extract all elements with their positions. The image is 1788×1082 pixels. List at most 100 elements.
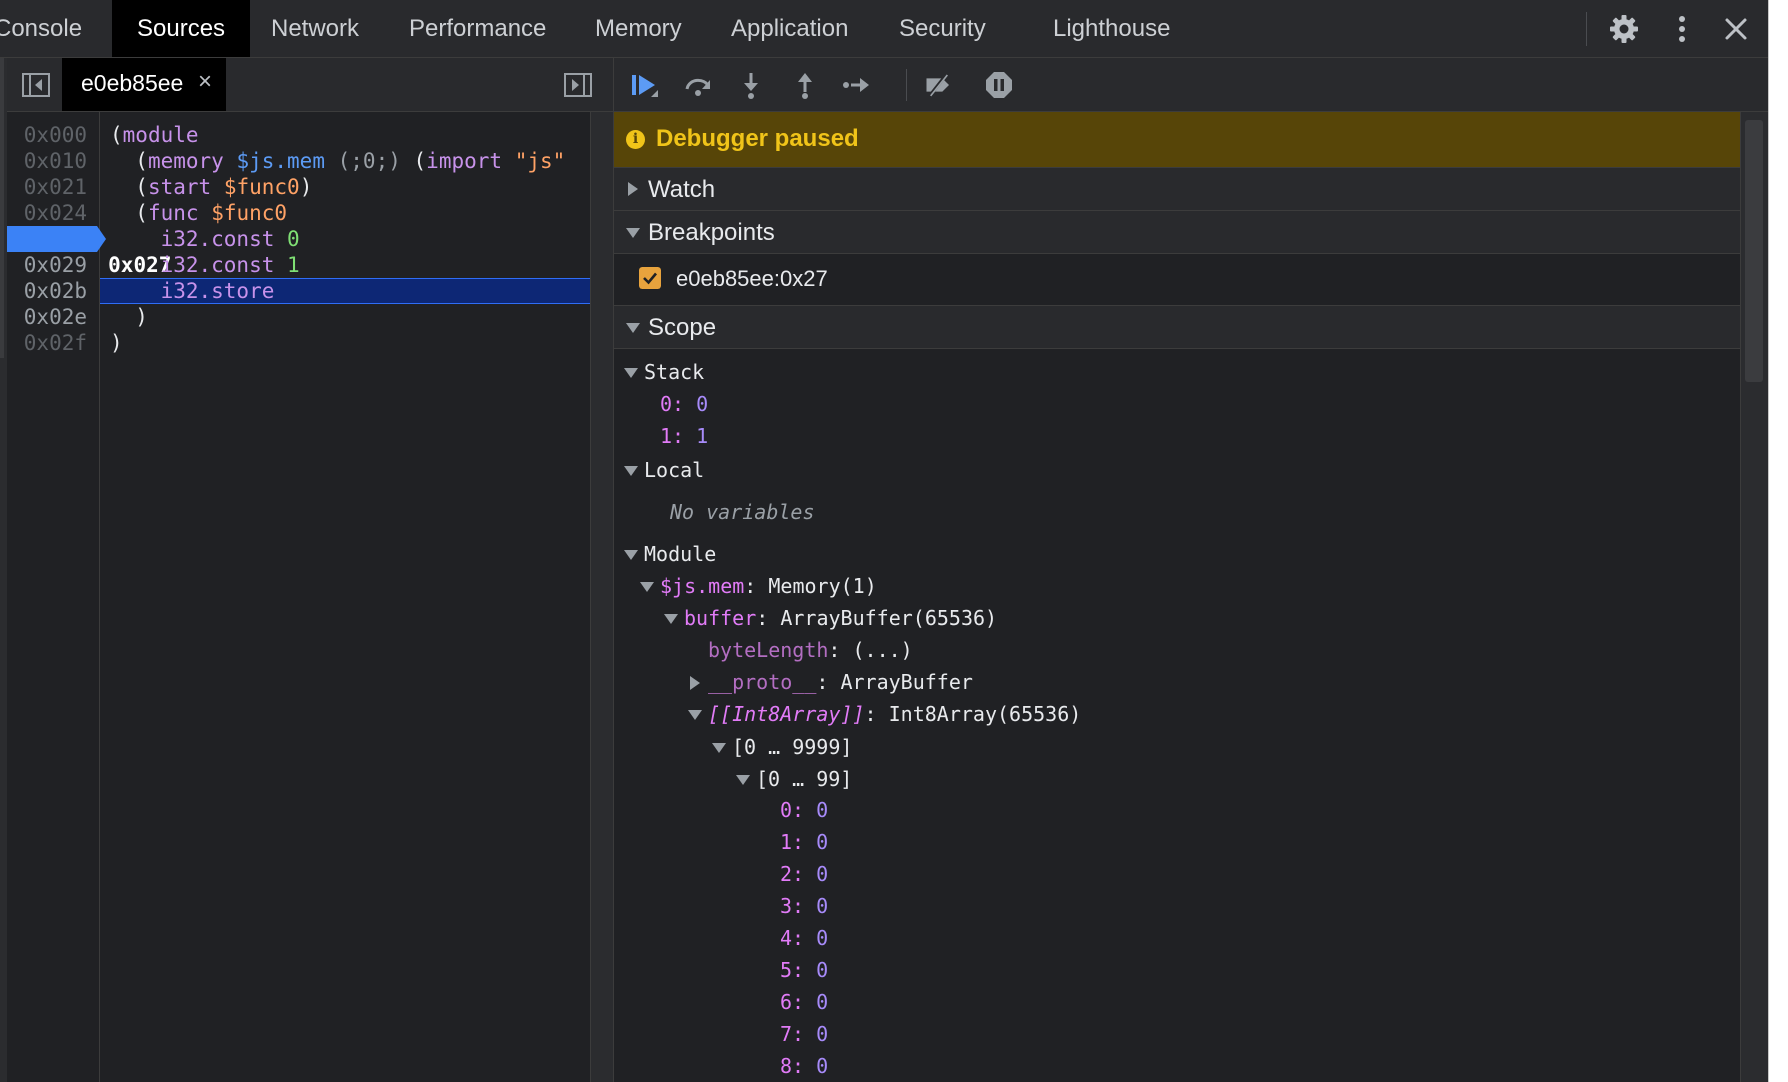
expand-arrow-icon <box>628 182 638 196</box>
code-line: (memory $js.mem (;0;) (import "js" <box>135 149 566 173</box>
tab-lighthouse[interactable]: Lighthouse <box>1053 0 1170 57</box>
array-element[interactable]: 1: 0 <box>780 828 828 856</box>
collapse-arrow-icon <box>624 367 638 378</box>
sidebar-scrollbar[interactable] <box>1740 112 1768 1082</box>
line-number[interactable]: 0x02e <box>7 304 99 330</box>
array-element[interactable]: 0: 0 <box>780 796 828 824</box>
step-over-icon[interactable] <box>683 70 713 100</box>
section-title: Breakpoints <box>648 219 775 246</box>
close-icon[interactable] <box>1721 14 1751 44</box>
panel-tab-bar: Console Sources Network Performance Memo… <box>0 0 1768 58</box>
scrollbar-thumb[interactable] <box>1745 120 1763 382</box>
tab-performance[interactable]: Performance <box>409 0 546 57</box>
array-range-group[interactable]: [0 … 9999] <box>712 733 852 761</box>
settings-gear-icon[interactable] <box>1609 14 1639 44</box>
expand-arrow-icon <box>690 675 700 690</box>
info-icon: i <box>626 130 645 149</box>
array-element[interactable]: 6: 0 <box>780 988 828 1016</box>
source-editor: e0eb85ee × 0x000 0x010 0x021 0x024 0x027… <box>7 58 614 1082</box>
section-title: Watch <box>648 176 716 203</box>
line-number[interactable]: 0x021 <box>7 174 99 200</box>
resume-icon[interactable] <box>629 70 659 100</box>
section-title: Scope <box>648 314 717 341</box>
tab-application[interactable]: Application <box>731 0 848 57</box>
scope-module[interactable]: Module <box>624 540 716 568</box>
no-variables-text: No variables <box>670 500 815 524</box>
array-element[interactable]: 7: 0 <box>780 1020 828 1048</box>
tab-memory[interactable]: Memory <box>595 0 682 57</box>
array-element[interactable]: 2: 0 <box>780 860 828 888</box>
line-number[interactable]: 0x000 <box>7 122 99 148</box>
code-line: (module <box>110 123 199 147</box>
pause-on-exceptions-icon[interactable] <box>984 70 1014 100</box>
breakpoint-location: e0eb85ee:0x27 <box>676 266 828 291</box>
array-element[interactable]: 8: 0 <box>780 1052 828 1080</box>
code-line: i32.const 0 <box>160 227 300 251</box>
collapse-arrow-icon <box>640 581 654 592</box>
debugger-panes: i Debugger paused Watch Breakpoints e0eb… <box>614 112 1740 1082</box>
tab-security[interactable]: Security <box>899 0 986 57</box>
close-tab-icon[interactable]: × <box>198 68 212 96</box>
step-icon[interactable] <box>842 70 872 100</box>
scope-section-header[interactable]: Scope <box>614 306 1740 349</box>
line-number[interactable]: 0x02f <box>7 330 99 356</box>
line-number-gutter: 0x000 0x010 0x021 0x024 0x027 0x029 0x02… <box>7 112 171 1082</box>
watch-section-header[interactable]: Watch <box>614 168 1740 211</box>
toggle-navigator-icon[interactable] <box>21 71 51 99</box>
scope-stack[interactable]: Stack <box>624 358 704 386</box>
more-vert-icon[interactable] <box>1667 14 1697 44</box>
breakpoints-section-header[interactable]: Breakpoints <box>614 211 1740 254</box>
toolbar-divider <box>906 69 907 101</box>
code-area[interactable]: (module (memory $js.mem (;0;) (import "j… <box>100 112 590 1082</box>
buffer-proto[interactable]: __proto__: ArrayBuffer <box>688 668 973 696</box>
line-number[interactable]: 0x02b <box>7 278 99 304</box>
toggle-debugger-icon[interactable] <box>563 71 593 99</box>
debugger-paused-banner: i Debugger paused <box>614 112 1740 168</box>
code-line: (func $func0 <box>135 201 288 225</box>
scope-local[interactable]: Local <box>624 456 704 484</box>
navigator-scrollbar[interactable] <box>0 58 4 358</box>
line-number[interactable]: 0x029 <box>7 252 99 278</box>
breakpoint-line-marker[interactable]: 0x027 <box>7 226 171 277</box>
stack-entry[interactable]: 0: 0 <box>660 390 708 418</box>
collapsed-navigator-strip <box>0 58 7 1082</box>
deactivate-breakpoints-icon[interactable] <box>924 70 954 100</box>
array-element[interactable]: 4: 0 <box>780 924 828 952</box>
line-number[interactable]: 0x010 <box>7 148 99 174</box>
editor-scrollbar[interactable] <box>590 112 613 1082</box>
code-line: ) <box>110 331 123 355</box>
paused-message: Debugger paused <box>656 125 859 152</box>
collapse-arrow-icon <box>736 774 750 785</box>
breakpoint-checkbox[interactable] <box>639 267 661 289</box>
collapse-arrow-icon <box>688 709 702 720</box>
toolbar-divider <box>1586 12 1587 46</box>
code-line: (start $func0) <box>135 175 313 199</box>
file-tab-e0eb85ee[interactable]: e0eb85ee × <box>62 58 226 111</box>
tab-network[interactable]: Network <box>271 0 359 57</box>
module-jsmem[interactable]: $js.mem: Memory(1) <box>640 572 877 600</box>
line-number[interactable]: 0x024 <box>7 200 99 226</box>
window-edge <box>1768 0 1788 1082</box>
debugger-toolbar <box>614 58 1768 112</box>
collapse-arrow-icon <box>664 613 678 624</box>
buffer-bytelength[interactable]: byteLength: (...) <box>708 636 913 664</box>
tab-console[interactable]: Console <box>0 0 82 57</box>
tab-sources[interactable]: Sources <box>112 0 251 57</box>
collapse-arrow-icon <box>624 465 638 476</box>
buffer-int8array[interactable]: [[Int8Array]]: Int8Array(65536) <box>688 700 1081 728</box>
file-tab-label: e0eb85ee <box>81 70 184 96</box>
collapse-arrow-icon <box>624 549 638 560</box>
breakpoint-entry[interactable]: e0eb85ee:0x27 <box>614 254 1740 306</box>
debugger-sidebar: i Debugger paused Watch Breakpoints e0eb… <box>614 58 1768 1082</box>
array-range-group[interactable]: [0 … 99] <box>736 765 852 793</box>
collapse-arrow-icon <box>626 228 640 238</box>
array-element[interactable]: 3: 0 <box>780 892 828 920</box>
array-element[interactable]: 5: 0 <box>780 956 828 984</box>
stack-entry[interactable]: 1: 1 <box>660 422 708 450</box>
step-out-icon[interactable] <box>790 70 820 100</box>
code-line: i32.const 1 <box>160 253 300 277</box>
collapse-arrow-icon <box>712 742 726 753</box>
collapse-arrow-icon <box>626 323 640 333</box>
step-into-icon[interactable] <box>736 70 766 100</box>
memory-buffer[interactable]: buffer: ArrayBuffer(65536) <box>664 604 997 632</box>
